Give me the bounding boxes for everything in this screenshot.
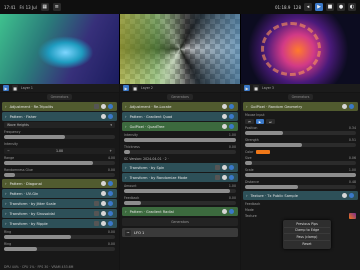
param-slider[interactable]: [245, 185, 356, 189]
play-icon[interactable]: ▶: [255, 119, 265, 124]
preview-layer-3[interactable]: [240, 14, 360, 84]
toggle-icon[interactable]: [101, 114, 106, 119]
effect-header[interactable]: › Transform · by Randomize Mode: [122, 173, 238, 182]
chevron-icon: ›: [5, 114, 7, 119]
preview-strip: [0, 14, 360, 84]
param-row: Texture: [241, 213, 360, 219]
color-swatch[interactable]: [256, 150, 271, 154]
effect-header[interactable]: › Pattern · Diagonal: [2, 179, 117, 188]
layer-column-2: Generators › Adjustment · Re-Locate › Patt…: [120, 93, 240, 270]
param-slider[interactable]: [245, 143, 356, 147]
effect-header[interactable]: › Pattern · Gradient Quad: [122, 112, 238, 121]
version-tag: SC Version: 2024-04-01 · 2 ·: [124, 157, 169, 161]
grid-icon[interactable]: ▦: [40, 3, 49, 11]
bpm: 128: [293, 4, 301, 10]
transport-buttons: ⏮ ▶ ⏭: [241, 118, 360, 125]
texture-thumb[interactable]: [349, 213, 356, 219]
generators-header: Generators: [120, 93, 240, 101]
preview-bar-3: ▶ ■ Layer 3: [241, 84, 360, 92]
rewind-icon[interactable]: ⏮: [245, 119, 254, 124]
layer-label: Layer 3: [262, 86, 274, 90]
layer-label: Layer 1: [21, 86, 33, 90]
wrap-mode-menu: Previous Pips Clamp to Edge Pass (clamp)…: [283, 220, 331, 249]
play-icon[interactable]: ▶: [244, 85, 250, 91]
effect-header[interactable]: › GolPixel · Random Geometry: [243, 102, 358, 111]
effect-header[interactable]: › Pattern · Fisher: [2, 112, 117, 121]
effect-header[interactable]: › Transform · by Sinusoidal: [2, 209, 117, 218]
mute-icon[interactable]: ◐: [348, 3, 356, 11]
param-slider[interactable]: [4, 247, 115, 251]
lfo-header[interactable]: ~ LFO 1: [122, 228, 238, 237]
stop-icon[interactable]: ■: [132, 85, 138, 91]
generators-header: Generators: [0, 93, 119, 101]
play-icon[interactable]: ▶: [123, 85, 129, 91]
param-slider[interactable]: [245, 131, 356, 135]
play-icon[interactable]: ▶: [3, 85, 9, 91]
timecode: 01:18.9: [275, 4, 291, 10]
param-slider[interactable]: [245, 173, 356, 177]
param-slider[interactable]: [245, 161, 356, 165]
effect-header[interactable]: › Transform · by Spin: [122, 163, 238, 172]
param-slider[interactable]: [124, 150, 236, 154]
preview-bar-2: ▶ ■ Layer 2: [120, 84, 240, 92]
expand-icon[interactable]: [94, 104, 99, 109]
date: Fri 13 Jul: [19, 4, 37, 10]
param-slider[interactable]: [4, 135, 115, 139]
param-row: Intensity: [4, 142, 18, 146]
effect-header[interactable]: › Adjustment · Re-Tripolits: [2, 102, 117, 111]
param-slider[interactable]: [124, 138, 236, 142]
forward-icon[interactable]: ⏭: [266, 119, 275, 124]
chevron-down-icon: ▾: [110, 123, 112, 127]
toggle-icon[interactable]: [101, 104, 106, 109]
preview-layer-2[interactable]: [120, 14, 240, 84]
preview-layer-1[interactable]: [0, 14, 120, 84]
param-slider[interactable]: [4, 173, 115, 177]
play-icon[interactable]: ▶: [315, 3, 323, 11]
param-slider[interactable]: [124, 201, 236, 205]
lfo-icon: ~: [125, 229, 131, 236]
menu-item[interactable]: Reset: [284, 241, 330, 248]
param-stepper[interactable]: −1.00 +: [4, 148, 115, 154]
param-slider[interactable]: [124, 189, 236, 193]
mode-dropdown[interactable]: Wave Heights ▾: [4, 122, 115, 128]
record-icon[interactable]: ●: [337, 3, 345, 11]
top-bar: 17:41 Fri 13 Jul ▦ ≡ 01:18.9 128 ◂ ▶ ■ ●…: [0, 0, 360, 14]
layer-label: Layer 2: [141, 86, 153, 90]
stop-icon[interactable]: ■: [12, 85, 18, 91]
generators-header: Generators: [241, 93, 360, 101]
add-generator-button[interactable]: Generators: [122, 218, 238, 226]
effect-header[interactable]: › Pattern · Gradient Radial: [122, 207, 238, 216]
eye-icon[interactable]: [108, 104, 113, 109]
eye-icon[interactable]: [108, 114, 113, 119]
effect-header[interactable]: › Transform · by Ripple: [2, 219, 117, 228]
layer-column-1: Generators › Adjustment · Re-Tripolits › P…: [0, 93, 119, 270]
effect-header[interactable]: › Transform · by Jitter Scale: [2, 199, 117, 208]
param-slider[interactable]: [4, 235, 115, 239]
effect-header[interactable]: › Texture · Tx Public Sample: [243, 191, 358, 200]
time: 17:41: [4, 4, 16, 10]
chevron-icon: ›: [5, 104, 7, 109]
effect-header[interactable]: › Pattern · UV-Gin: [2, 189, 117, 198]
param-slider[interactable]: [4, 161, 115, 165]
layers-icon[interactable]: ≡: [52, 3, 61, 11]
effect-header[interactable]: › Adjustment · Re-Locate: [122, 102, 238, 111]
effect-header[interactable]: › GolPixel · QuadTree: [122, 122, 238, 131]
prev-icon[interactable]: ◂: [304, 3, 312, 11]
status-footer: DPU 44% · CPU 1% · FPS 30 · VRAM 453.6M: [4, 264, 74, 269]
stop-icon[interactable]: ■: [326, 3, 334, 11]
stop-icon[interactable]: ■: [253, 85, 259, 91]
preview-bar-1: ▶ ■ Layer 1: [0, 84, 119, 92]
